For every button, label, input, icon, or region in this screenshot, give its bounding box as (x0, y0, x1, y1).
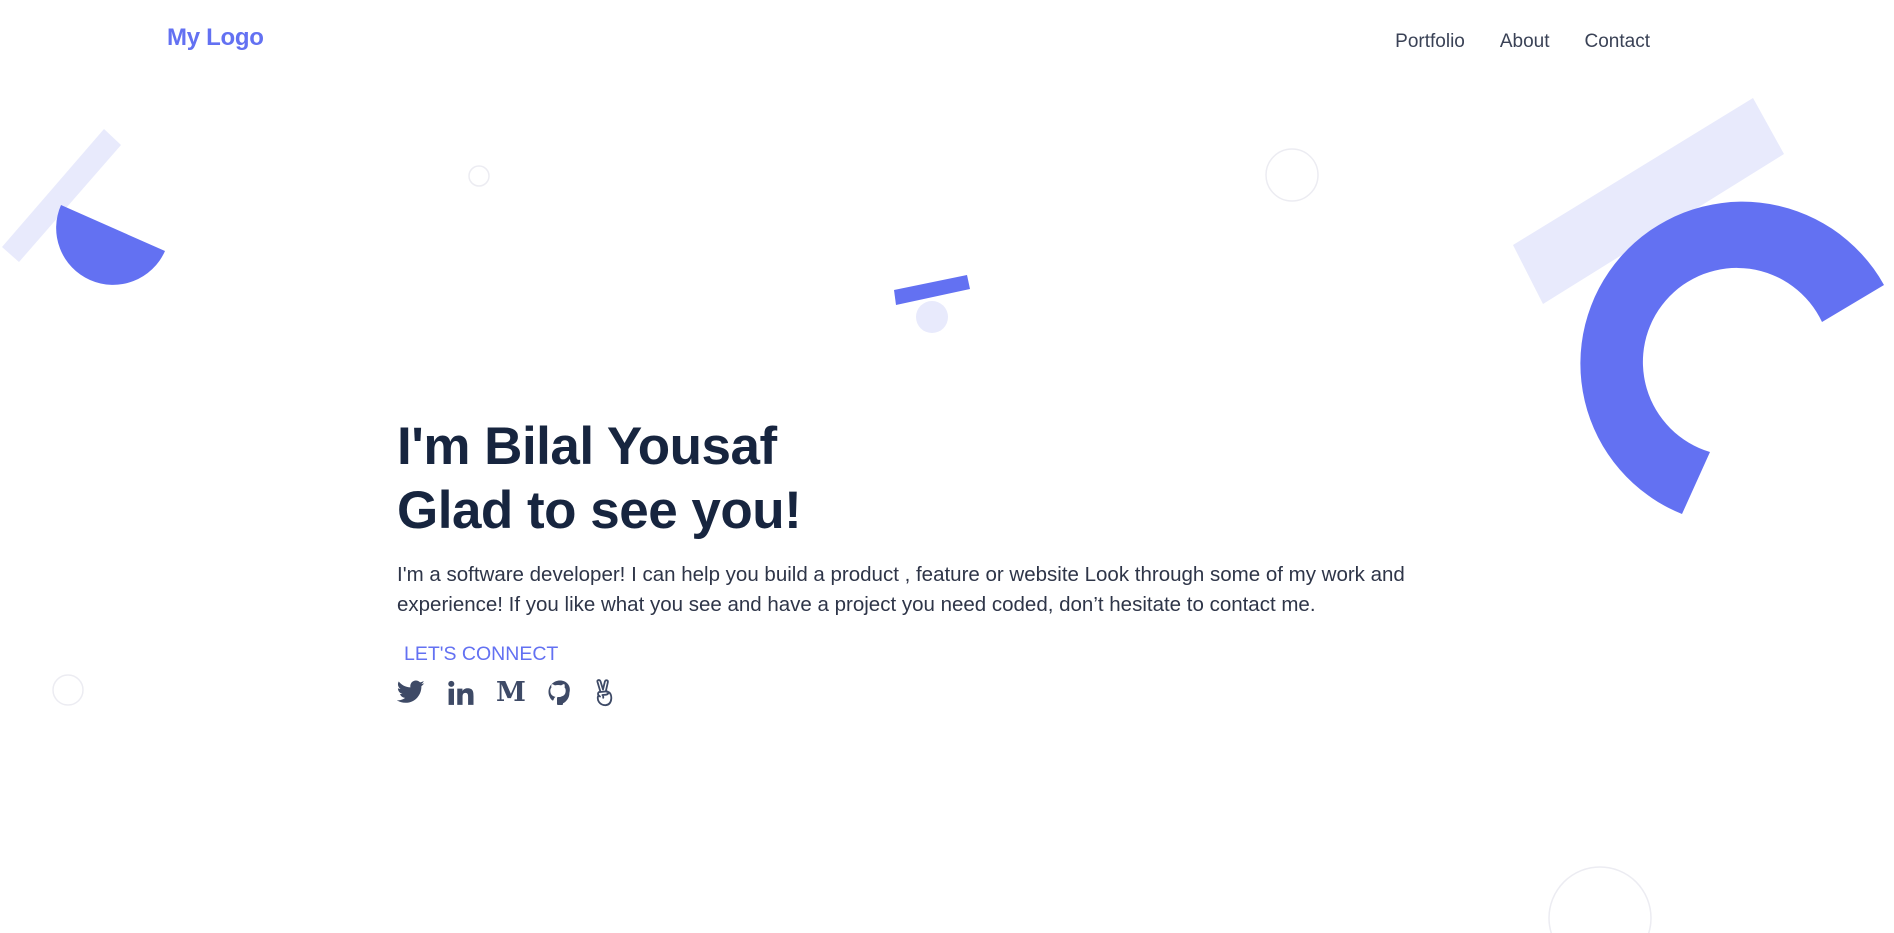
nav-about[interactable]: About (1500, 31, 1550, 53)
deco-circle-left (52, 674, 84, 706)
social-links: M (397, 678, 1417, 708)
deco-right-bar (1513, 98, 1784, 304)
hero-heading-line1: I'm Bilal Yousaf (397, 417, 777, 476)
nav-portfolio[interactable]: Portfolio (1395, 31, 1465, 53)
deco-left-bar (2, 129, 121, 262)
medium-icon[interactable]: M (496, 678, 526, 708)
hero-section: I'm Bilal Yousaf Glad to see you! I'm a … (397, 415, 1417, 708)
deco-center-bar (894, 275, 970, 305)
deco-left-semicircle (56, 205, 165, 285)
hero-heading-line2: Glad to see you! (397, 481, 802, 540)
lets-connect-link[interactable]: LET'S CONNECT (404, 643, 558, 666)
deco-circle-medium (1265, 148, 1319, 202)
hero-description: I'm a software developer! I can help you… (397, 563, 1405, 616)
deco-circle-bottom (1548, 866, 1652, 933)
twitter-icon[interactable] (397, 678, 425, 708)
deco-center-dot (916, 301, 948, 333)
hero-heading: I'm Bilal Yousaf Glad to see you! (397, 415, 1417, 543)
nav-contact[interactable]: Contact (1585, 31, 1650, 53)
page: My Logo Portfolio About Contact I'm Bila… (0, 0, 1894, 933)
logo[interactable]: My Logo (167, 24, 264, 52)
deco-circle-small (468, 165, 490, 187)
angellist-icon[interactable] (594, 678, 616, 708)
deco-right-arc (1580, 201, 1884, 514)
linkedin-icon[interactable] (447, 678, 474, 708)
main-nav: Portfolio About Contact (1395, 31, 1650, 53)
github-icon[interactable] (548, 678, 572, 708)
